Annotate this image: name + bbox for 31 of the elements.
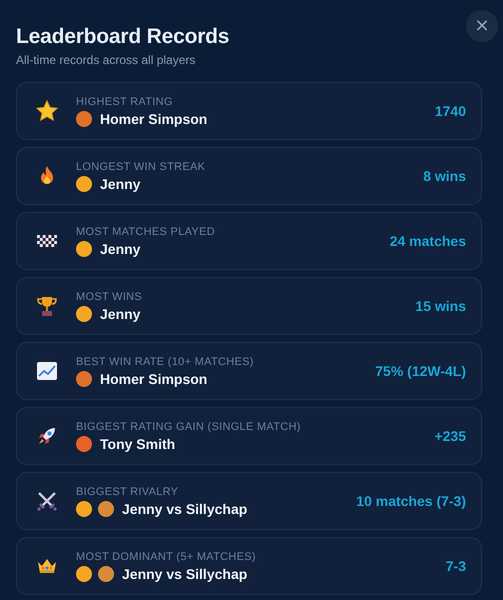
player-name: Jenny vs Sillychap [122,500,248,516]
close-button[interactable]: × [466,10,498,42]
star-icon [35,99,59,123]
record-label: BEST WIN RATE (10+ MATCHES) [76,356,255,368]
dialog-title: Leaderboard Records [16,25,230,49]
record-label: MOST WINS [76,290,144,302]
record-label: MOST MATCHES PLAYED [76,226,216,238]
record-value: 75% (12W-4L) [375,363,466,379]
record-value: 1740 [434,103,466,119]
trophy-icon [35,294,59,318]
dialog-subtitle: All-time records across all players [16,53,196,67]
player-name: Homer Simpson [100,110,208,126]
record-label: HIGHEST RATING [76,96,174,108]
record-value: 15 wins [415,298,466,314]
record-label: MOST DOMINANT (5+ MATCHES) [76,550,257,562]
line-chart-icon [35,359,59,383]
record-value: 24 matches [390,233,466,249]
player-name: Jenny [100,240,140,256]
player-name: Jenny vs Sillychap [122,566,248,582]
record-value: 7-3 [446,558,466,574]
crossed-swords-icon [35,489,59,513]
record-label: BIGGEST RIVALRY [76,486,180,498]
player-name: Jenny [100,176,140,192]
record-label: LONGEST WIN STREAK [76,160,206,172]
player-name: Tony Smith [100,436,176,452]
record-value: 10 matches (7-3) [356,493,466,509]
record-value: +235 [434,428,466,444]
player-name: Jenny [100,306,140,322]
player-name: Homer Simpson [100,370,208,386]
record-value: 8 wins [423,168,466,184]
record-label: BIGGEST RATING GAIN (SINGLE MATCH) [76,420,302,432]
